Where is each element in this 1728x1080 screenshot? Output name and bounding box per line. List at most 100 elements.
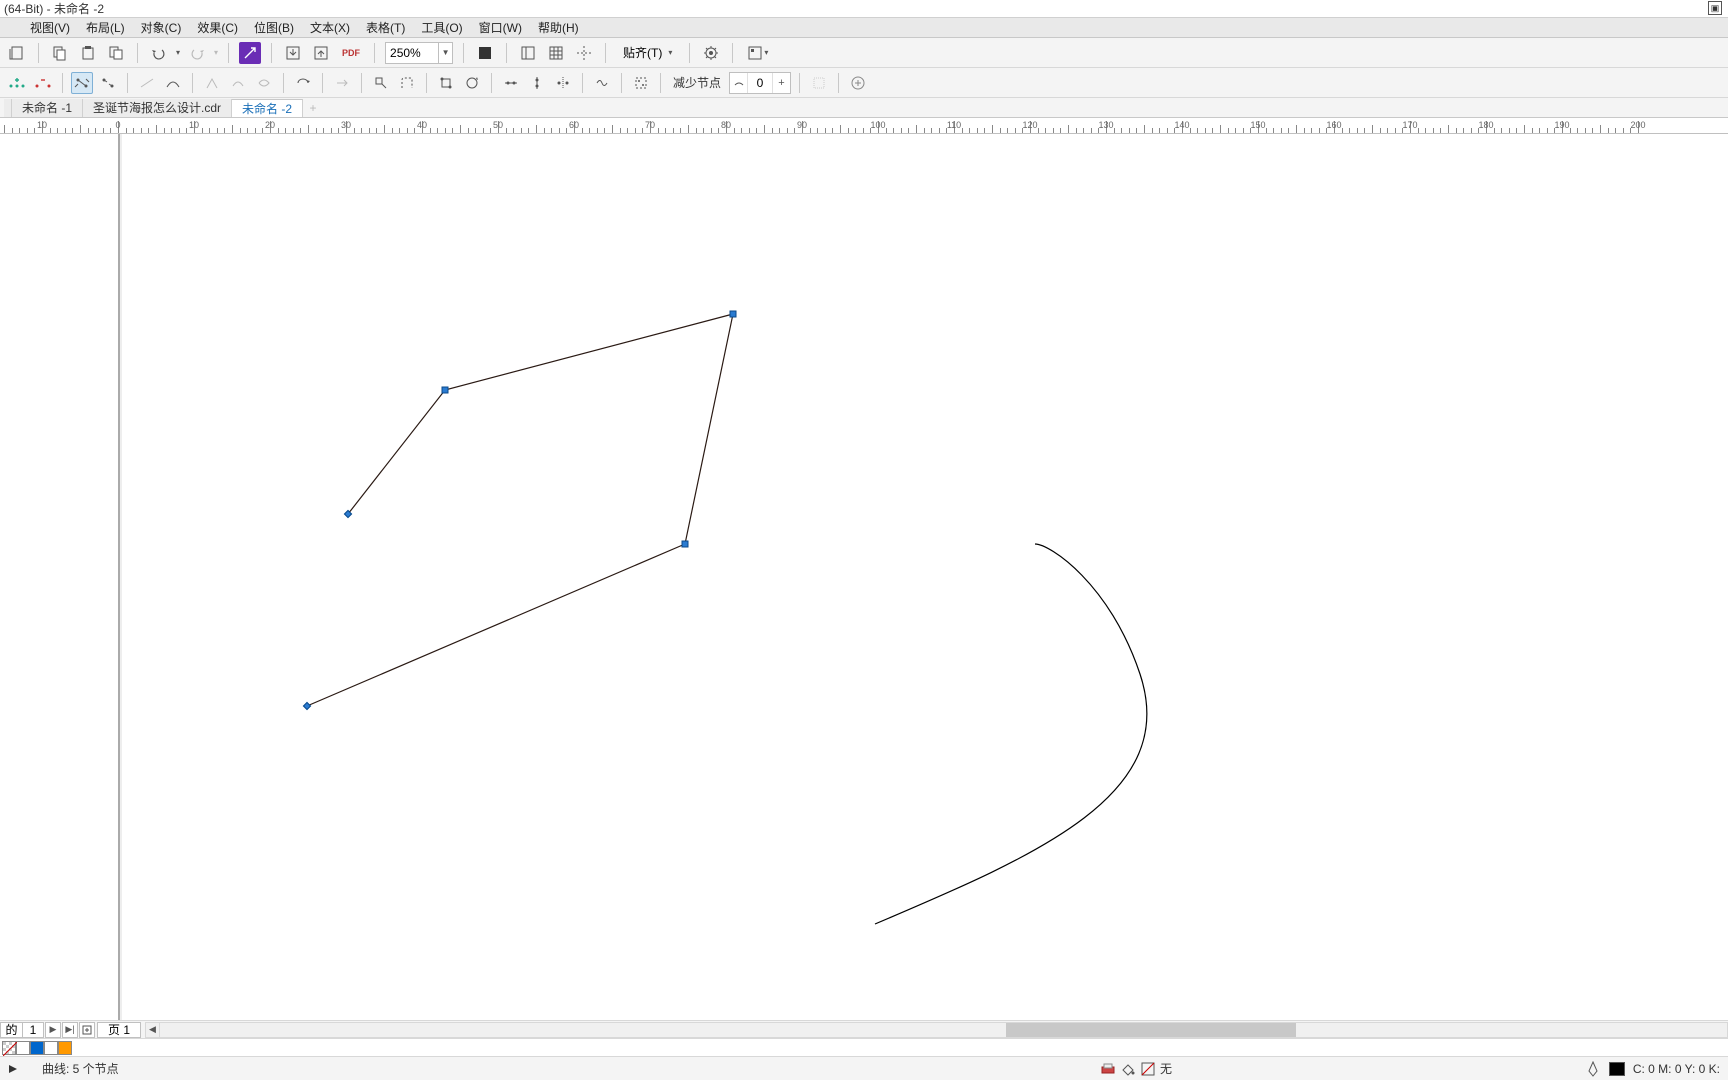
separator (463, 43, 464, 63)
separator (838, 73, 839, 93)
status-bar: 曲线: 5 个节点 无 C: 0 M: 0 Y: 0 K: (0, 1056, 1728, 1080)
curve-object[interactable] (875, 544, 1147, 924)
pen-tip-icon[interactable] (1585, 1061, 1601, 1077)
redo-icon[interactable] (186, 42, 208, 64)
import-icon[interactable] (282, 42, 304, 64)
to-curve-icon[interactable] (162, 72, 184, 94)
color-swatch[interactable] (30, 1041, 44, 1055)
menu-window[interactable]: 窗口(W) (471, 17, 530, 38)
stretch-nodes-icon[interactable] (435, 72, 457, 94)
no-fill-icon[interactable] (1140, 1061, 1156, 1077)
fill-bucket-icon[interactable] (1120, 1062, 1136, 1076)
first-page-icon[interactable]: ▶ (45, 1022, 61, 1038)
menu-help[interactable]: 帮助(H) (530, 17, 587, 38)
curve-node[interactable] (730, 311, 737, 318)
doc-tab-2[interactable]: 圣诞节海报怎么设计.cdr (83, 99, 232, 117)
grid-icon[interactable] (545, 42, 567, 64)
last-page-icon[interactable]: ▶| (62, 1022, 78, 1038)
zoom-input[interactable] (386, 43, 438, 63)
total-label: 1 (30, 1023, 37, 1037)
separator (689, 43, 690, 63)
to-line-icon[interactable] (136, 72, 158, 94)
rotate-nodes-icon[interactable] (461, 72, 483, 94)
menu-effects[interactable]: 效果(C) (189, 17, 246, 38)
color-swatch[interactable] (58, 1041, 72, 1055)
elastic-mode-icon[interactable] (591, 72, 613, 94)
menu-table[interactable]: 表格(T) (358, 17, 413, 38)
color-swatch[interactable] (16, 1041, 30, 1055)
join-nodes-icon[interactable] (71, 72, 93, 94)
doc-tab-3[interactable]: 未命名 -2 (232, 99, 303, 117)
spin-down-icon[interactable] (730, 73, 748, 93)
bbox-icon[interactable] (808, 72, 830, 94)
status-text: 曲线: 5 个节点 (42, 1060, 119, 1077)
menu-tools[interactable]: 工具(O) (413, 17, 470, 38)
undo-icon[interactable] (148, 42, 170, 64)
doc-tab-1[interactable]: 未命名 -1 (12, 99, 83, 117)
add-page-icon[interactable] (79, 1022, 95, 1038)
separator (426, 73, 427, 93)
zoom-level[interactable]: ▼ (385, 42, 453, 64)
play-icon[interactable] (8, 1064, 18, 1074)
guideline-icon[interactable] (573, 42, 595, 64)
copy-icon[interactable] (49, 42, 71, 64)
delete-node-icon[interactable] (32, 72, 54, 94)
spin-up-icon[interactable]: + (772, 73, 790, 93)
scroll-thumb[interactable] (1006, 1023, 1296, 1037)
export-icon[interactable] (310, 42, 332, 64)
reflect-nodes-h-icon[interactable] (552, 72, 574, 94)
doc-tab-label: 未命名 -1 (22, 99, 72, 116)
separator (283, 73, 284, 93)
canvas[interactable] (0, 134, 1728, 1020)
of-label: 的 (5, 1021, 17, 1038)
cusp-node-icon[interactable] (201, 72, 223, 94)
color-swatch[interactable] (44, 1041, 58, 1055)
new-doc-icon[interactable] (6, 42, 28, 64)
reverse-curve-icon[interactable] (292, 72, 314, 94)
menu-view[interactable]: 视图(V) (22, 17, 78, 38)
scroll-left-icon[interactable]: ◀ (146, 1023, 160, 1037)
add-node-icon[interactable] (6, 72, 28, 94)
app-launcher-icon[interactable]: ▾ (743, 42, 773, 64)
options-icon[interactable] (700, 42, 722, 64)
select-all-nodes-icon[interactable] (630, 72, 652, 94)
horizontal-ruler[interactable]: 1001020304050607080901001101201301401501… (0, 118, 1728, 134)
pdf-icon[interactable]: PDF (338, 42, 364, 64)
outline-color-swatch[interactable] (1609, 1062, 1625, 1076)
fullscreen-icon[interactable] (474, 42, 496, 64)
page-tab[interactable]: 页 1 (97, 1022, 141, 1038)
menu-text[interactable]: 文本(X) (302, 17, 358, 38)
paste-icon[interactable] (77, 42, 99, 64)
menu-object[interactable]: 对象(C) (133, 17, 190, 38)
redo-dropdown-icon[interactable]: ▾ (214, 48, 218, 57)
snap-dropdown[interactable]: 贴齐(T) ▾ (616, 42, 679, 64)
launch-icon[interactable] (239, 42, 261, 64)
window-control-icon[interactable]: ▣ (1708, 1, 1722, 15)
symmetric-node-icon[interactable] (253, 72, 275, 94)
undo-dropdown-icon[interactable]: ▾ (176, 48, 180, 57)
align-nodes-v-icon[interactable] (526, 72, 548, 94)
window-title: (64-Bit) - 未命名 -2 (4, 0, 104, 17)
curve-node[interactable] (682, 541, 689, 548)
polyline-object[interactable] (307, 314, 733, 706)
clipboard-icon[interactable] (105, 42, 127, 64)
curve-smoothness[interactable]: + (729, 72, 791, 94)
zoom-dropdown-icon[interactable]: ▼ (438, 43, 452, 63)
break-node-icon[interactable] (97, 72, 119, 94)
separator (228, 43, 229, 63)
no-fill-swatch[interactable] (2, 1041, 16, 1055)
menu-bitmap[interactable]: 位图(B) (246, 17, 302, 38)
extract-subpath-icon[interactable] (370, 72, 392, 94)
printer-icon[interactable] (1100, 1062, 1116, 1076)
smoothness-input[interactable] (748, 73, 772, 93)
add-icon[interactable] (847, 72, 869, 94)
menu-layout[interactable]: 布局(L) (78, 17, 133, 38)
align-guides-icon[interactable] (517, 42, 539, 64)
extend-curve-icon[interactable] (331, 72, 353, 94)
new-tab-icon[interactable]: + (303, 99, 323, 117)
align-nodes-h-icon[interactable] (500, 72, 522, 94)
curve-node[interactable] (442, 387, 449, 394)
horizontal-scrollbar[interactable]: ◀ (145, 1022, 1728, 1038)
smooth-node-icon[interactable] (227, 72, 249, 94)
close-curve-icon[interactable] (396, 72, 418, 94)
